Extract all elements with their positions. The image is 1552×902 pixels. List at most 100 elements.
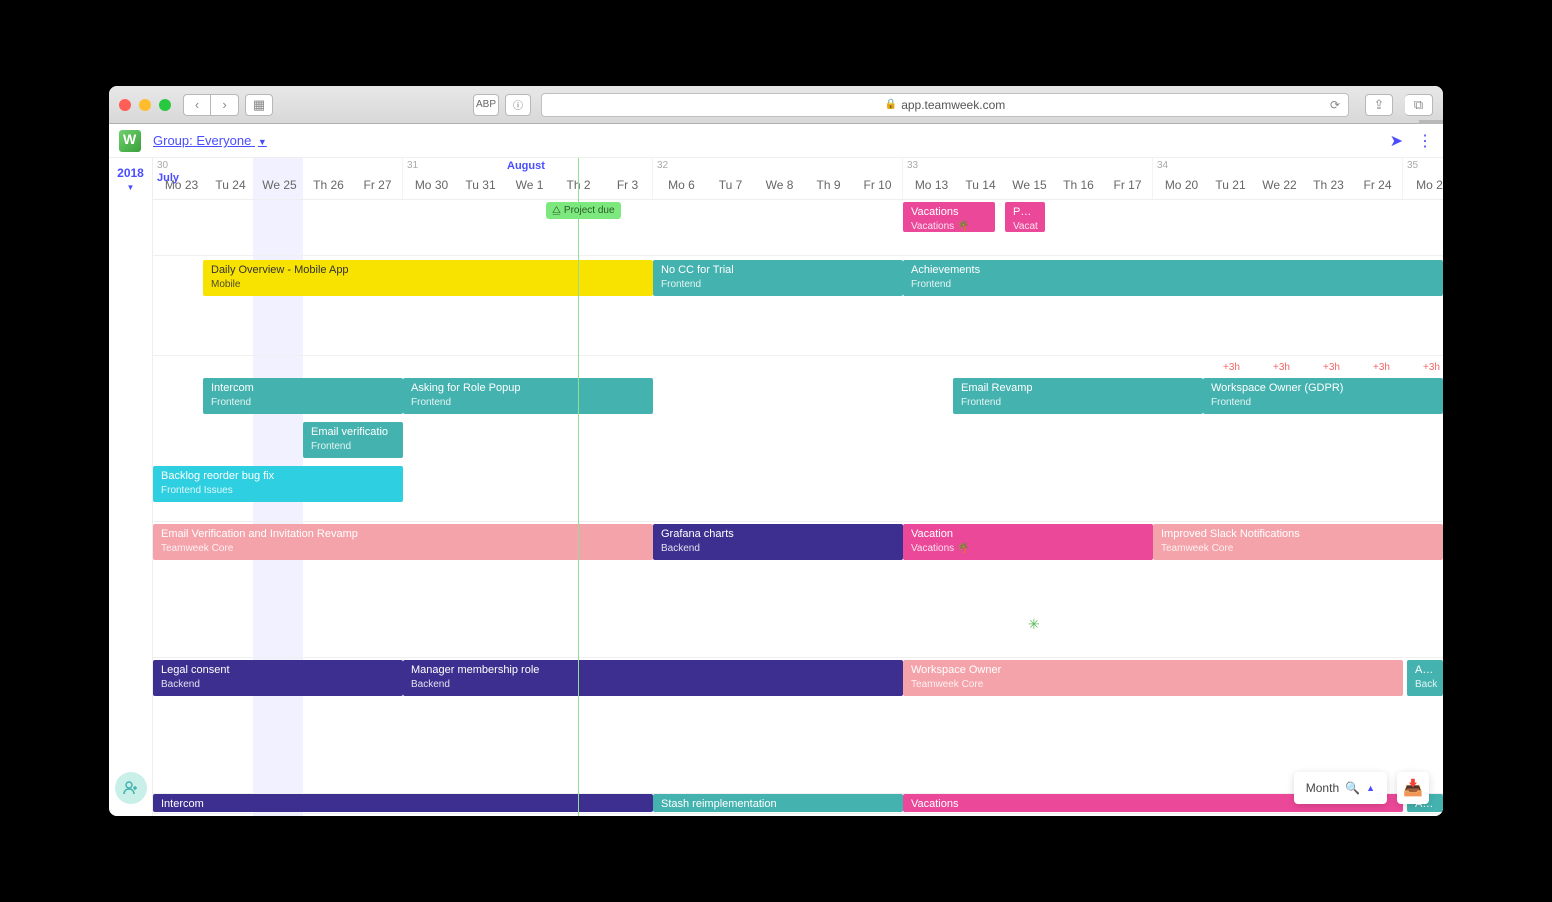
task-bar[interactable]: Vacation Vacations 🌴 bbox=[903, 524, 1153, 560]
task-bar[interactable]: Daily Overview - Mobile App Mobile bbox=[203, 260, 653, 296]
task-title: Achievements bbox=[911, 264, 1435, 277]
day-cell[interactable]: Th 16 bbox=[1054, 174, 1103, 196]
month-label: July bbox=[157, 172, 179, 184]
task-bar[interactable]: Workspace Owner (GDPR) Frontend bbox=[1203, 378, 1443, 414]
task-bar[interactable]: Intercom Frontend bbox=[203, 378, 403, 414]
day-cell[interactable]: Mo 13 bbox=[907, 174, 956, 196]
app-content: Group: Everyone ▼ ➤ ⋮ 2018 ▼ ⧋ Project d… bbox=[109, 124, 1443, 816]
share-plan-icon[interactable]: ➤ bbox=[1390, 131, 1403, 151]
task-subtitle: Vacations 🌴 bbox=[911, 221, 987, 232]
tabs-button[interactable]: ⧉ bbox=[1405, 94, 1433, 116]
zoom-selector[interactable]: Month 🔍 ▲ bbox=[1294, 772, 1387, 804]
reload-icon[interactable]: ⟳ bbox=[1330, 98, 1340, 112]
task-subtitle: Frontend bbox=[411, 397, 645, 409]
task-bar[interactable]: Manager membership role Backend bbox=[403, 660, 903, 696]
task-bar[interactable]: Public Vacat bbox=[1005, 202, 1045, 232]
day-cell[interactable]: Th 23 bbox=[1304, 174, 1353, 196]
task-bar[interactable]: Email verificatio Frontend bbox=[303, 422, 403, 458]
day-cell[interactable]: Fr 24 bbox=[1353, 174, 1402, 196]
close-window-button[interactable] bbox=[119, 99, 131, 111]
day-cell[interactable]: We 25 bbox=[255, 174, 304, 196]
inbox-button[interactable]: 📥 bbox=[1397, 772, 1429, 804]
group-value: Everyone bbox=[196, 133, 251, 148]
day-cell[interactable]: Mo 30 bbox=[407, 174, 456, 196]
browser-window: ‹ › ▦ ABP ⓘ 🔒 app.teamweek.com ⟳ ⇪ ⧉ ＋ G… bbox=[109, 86, 1443, 816]
task-bar[interactable]: Backlog reorder bug fix Frontend Issues bbox=[153, 466, 403, 502]
day-cell[interactable]: Th 9 bbox=[804, 174, 853, 196]
task-title: Backlog reorder bug fix bbox=[161, 470, 395, 483]
group-dropdown[interactable]: Group: Everyone ▼ bbox=[153, 133, 267, 148]
timeline-main[interactable]: ⧋ Project due 30 July Mo 23 Tu 24 We 25 … bbox=[153, 158, 1443, 816]
day-cell[interactable]: Tu 7 bbox=[706, 174, 755, 196]
title-bar: ‹ › ▦ ABP ⓘ 🔒 app.teamweek.com ⟳ ⇪ ⧉ bbox=[109, 86, 1443, 124]
task-subtitle: Backend bbox=[161, 679, 395, 691]
person-row[interactable]: ignacio Daily Overview - Mobile App Mobi… bbox=[153, 256, 1443, 356]
add-user-icon bbox=[123, 780, 139, 796]
day-cell[interactable]: Fr 3 bbox=[603, 174, 652, 196]
task-subtitle: Backend bbox=[411, 679, 895, 691]
day-cell[interactable]: We 22 bbox=[1255, 174, 1304, 196]
person-row[interactable]: dhruv Vacations Vacations 🌴 Public Vacat bbox=[153, 200, 1443, 256]
abp-extension-icon[interactable]: ABP bbox=[473, 94, 499, 116]
caret-down-icon: ▼ bbox=[258, 137, 267, 147]
task-title: Workspace Owner (GDPR) bbox=[1211, 382, 1435, 395]
task-bar[interactable]: Asking for Role Popup Frontend bbox=[403, 378, 653, 414]
task-title: Daily Overview - Mobile App bbox=[211, 264, 645, 277]
task-bar[interactable]: Improved Slack Notifications Teamweek Co… bbox=[1153, 524, 1443, 560]
year-selector[interactable]: 2018 ▼ bbox=[109, 158, 153, 200]
task-subtitle: Frontend bbox=[311, 441, 395, 453]
task-subtitle: Frontend bbox=[211, 397, 395, 409]
sidebar-button[interactable]: ▦ bbox=[245, 94, 273, 116]
day-cell[interactable]: Mo 2 bbox=[1407, 174, 1443, 196]
person-row[interactable]: iuri Legal consent Backend Manager membe… bbox=[153, 658, 1443, 794]
share-button[interactable]: ⇪ bbox=[1365, 94, 1393, 116]
task-title: Intercom bbox=[211, 382, 395, 395]
forward-button[interactable]: › bbox=[211, 94, 239, 116]
day-cell[interactable]: Mo 6 bbox=[657, 174, 706, 196]
maximize-window-button[interactable] bbox=[159, 99, 171, 111]
person-row[interactable]: mitchel +3h +3h +3h +3h +3h Intercom Fro… bbox=[153, 356, 1443, 522]
person-row[interactable]: artur Email Verification and Invitation … bbox=[153, 522, 1443, 658]
task-bar[interactable]: Vacations Vacations 🌴 bbox=[903, 202, 995, 232]
minimize-window-button[interactable] bbox=[139, 99, 151, 111]
week-number: 33 bbox=[907, 160, 918, 171]
overtime-badge: +3h bbox=[1423, 362, 1440, 373]
task-title: Grafana charts bbox=[661, 528, 895, 541]
day-cell[interactable]: Fr 17 bbox=[1103, 174, 1152, 196]
url-bar[interactable]: 🔒 app.teamweek.com ⟳ bbox=[541, 93, 1349, 117]
task-bar[interactable]: Legal consent Backend bbox=[153, 660, 403, 696]
day-cell[interactable]: Tu 21 bbox=[1206, 174, 1255, 196]
info-extension-icon[interactable]: ⓘ bbox=[505, 94, 531, 116]
kebab-menu-icon[interactable]: ⋮ bbox=[1417, 131, 1433, 151]
timeline-content: 2018 ▼ ⧋ Project due 30 July Mo 2 bbox=[109, 158, 1443, 816]
task-bar[interactable]: No CC for Trial Frontend bbox=[653, 260, 903, 296]
task-title: No CC for Trial bbox=[661, 264, 895, 277]
day-cell[interactable]: Fr 27 bbox=[353, 174, 402, 196]
task-bar[interactable]: Stash reimplementation bbox=[653, 794, 903, 812]
add-user-button[interactable] bbox=[115, 772, 147, 804]
task-bar[interactable]: Email Revamp Frontend bbox=[953, 378, 1203, 414]
day-cell[interactable]: Th 26 bbox=[304, 174, 353, 196]
task-title: Improved Slack Notifications bbox=[1161, 528, 1435, 541]
app-logo[interactable] bbox=[119, 130, 141, 152]
task-bar[interactable]: Achievements Frontend bbox=[903, 260, 1443, 296]
day-cell[interactable]: We 15 bbox=[1005, 174, 1054, 196]
back-button[interactable]: ‹ bbox=[183, 94, 211, 116]
magnifier-icon: 🔍 bbox=[1345, 781, 1360, 795]
overtime-badge: +3h bbox=[1323, 362, 1340, 373]
person-row[interactable]: Intercom Stash reimplementation Vacation… bbox=[153, 794, 1443, 814]
task-bar[interactable]: Grafana charts Backend bbox=[653, 524, 903, 560]
day-cell[interactable]: We 8 bbox=[755, 174, 804, 196]
task-subtitle: Vacat bbox=[1013, 221, 1037, 232]
task-bar[interactable]: Achi Back bbox=[1407, 660, 1443, 696]
task-subtitle: Backend bbox=[661, 543, 895, 555]
day-cell[interactable]: Tu 14 bbox=[956, 174, 1005, 196]
project-due-marker[interactable]: ⧋ Project due bbox=[546, 202, 621, 219]
day-cell[interactable]: Fr 10 bbox=[853, 174, 902, 196]
day-cell[interactable]: Tu 31 bbox=[456, 174, 505, 196]
date-header: 30 July Mo 23 Tu 24 We 25 Th 26 Fr 27 31… bbox=[153, 158, 1443, 200]
task-bar[interactable]: Workspace Owner Teamweek Core bbox=[903, 660, 1403, 696]
day-cell[interactable]: We 1 bbox=[505, 174, 554, 196]
day-cell[interactable]: Mo 20 bbox=[1157, 174, 1206, 196]
day-cell[interactable]: Tu 24 bbox=[206, 174, 255, 196]
